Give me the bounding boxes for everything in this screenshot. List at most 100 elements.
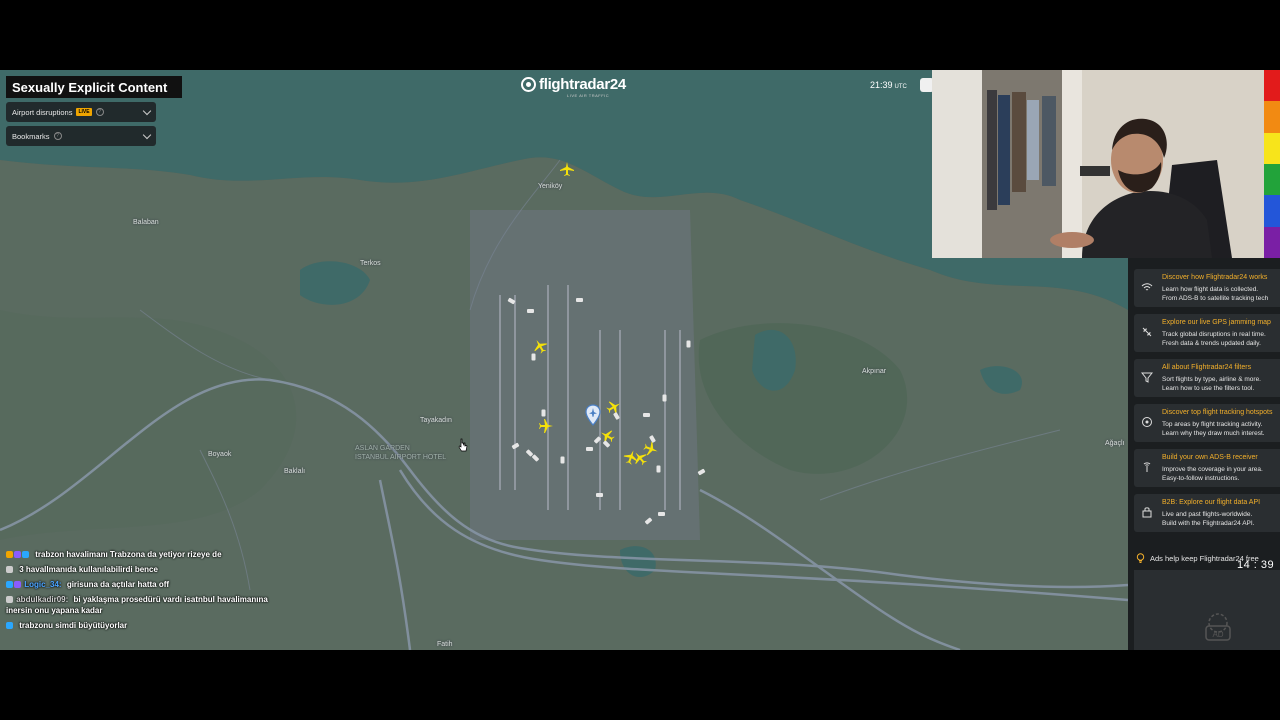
ground-aircraft[interactable] [541, 409, 546, 417]
fr24-sidebar: Discover how Flightradar24 works Learn h… [1128, 258, 1280, 650]
place-label: Baklalı [284, 468, 306, 475]
card-line: From ADS-B to satellite tracking tech [1162, 295, 1269, 302]
chat-text: girisuna da açtılar hatta off [66, 580, 170, 589]
place-label: Fatih [437, 641, 453, 648]
hotspot-icon [1142, 417, 1152, 427]
promo-card[interactable]: Build your own ADS-B receiver Improve th… [1134, 449, 1280, 487]
rainbow-band [1264, 163, 1280, 196]
place-label: Akpınar [862, 368, 887, 375]
mouse-cursor-icon [458, 438, 468, 452]
card-description: Learn how flight data is collected. From … [1162, 285, 1268, 303]
rainbow-band [1264, 195, 1280, 227]
chat-text: trabzon havalimanı Trabzona da yetiyor r… [35, 550, 222, 559]
ground-aircraft[interactable] [560, 456, 565, 464]
receiver-icon [1143, 462, 1151, 472]
chat-message: trabzonu simdi büyütüyorlar [6, 620, 271, 631]
help-icon[interactable]: ? [53, 132, 62, 140]
chat-text: trabzonu simdi büyütüyorlar [19, 621, 128, 630]
logo-subtitle: LIVE AIR TRAFFIC [567, 93, 610, 98]
card-line: Top areas by flight tracking activity. [1162, 421, 1263, 428]
promo-card[interactable]: All about Flightradar24 filters Sort fli… [1134, 359, 1280, 397]
card-line: Live and past flights-worldwide. [1162, 511, 1253, 518]
aircraft-icon[interactable] [538, 418, 554, 434]
rainbow-strip [1264, 70, 1280, 258]
chat-message: abdulkadir09: bi yaklaşma prosedürü vard… [6, 594, 271, 616]
chat-badge-icon [14, 581, 21, 588]
stream-chat: trabzon havalimanı Trabzona da yetiyor r… [6, 549, 271, 635]
help-icon[interactable]: ? [95, 108, 104, 116]
chat-username[interactable]: abdulkadir09: [16, 595, 68, 604]
card-description: Top areas by flight tracking activity. Le… [1162, 420, 1265, 438]
rainbow-band [1264, 101, 1280, 133]
logo-text: flightradar24 [539, 76, 626, 93]
chat-badge-icon [6, 581, 13, 588]
content-warning-banner: Sexually Explicit Content [6, 76, 182, 98]
wifi-icon [1141, 283, 1153, 291]
card-line: Fresh data & trends updated daily. [1162, 340, 1261, 347]
stream-frame: Yeniköy Balaban Terkos Tayakadın Boyaok … [0, 70, 1280, 650]
ground-aircraft[interactable] [656, 465, 661, 473]
panel-label: Bookmarks [12, 131, 50, 141]
live-badge: LIVE [76, 108, 92, 116]
card-line: Track global disruptions in real time. [1162, 331, 1266, 338]
chat-message: 3 havallmanıda kullanılabilirdi bence [6, 564, 271, 575]
chevron-down-icon[interactable] [142, 106, 152, 116]
chat-badge-icon [22, 551, 29, 558]
filter-icon [1141, 372, 1153, 383]
airport-label: ASLAN GARDEN [355, 445, 410, 452]
airport-disruptions-panel[interactable]: Airport disruptions LIVE ? [6, 102, 156, 122]
panel-label: Airport disruptions [12, 107, 73, 117]
radar-icon [521, 77, 536, 92]
chat-badge-icon [6, 566, 13, 573]
ground-aircraft[interactable] [576, 298, 583, 302]
ground-aircraft[interactable] [686, 340, 691, 348]
chat-message: Logic_34: girisuna da açtılar hatta off [6, 579, 271, 590]
card-line: Easy-to-follow instructions. [1162, 475, 1240, 482]
chevron-down-icon[interactable] [142, 130, 152, 140]
chat-username[interactable]: Logic_34: [24, 580, 61, 589]
chat-badge-icon [6, 596, 13, 603]
ground-aircraft[interactable] [527, 309, 534, 313]
aircraft-icon[interactable] [559, 161, 575, 177]
bookmarks-panel[interactable]: Bookmarks ? [6, 126, 156, 146]
rainbow-band [1264, 132, 1280, 164]
promo-card[interactable]: Discover top flight tracking hotspots To… [1134, 404, 1280, 442]
card-description: Improve the coverage in your area. Easy-t… [1162, 465, 1263, 483]
stream-elapsed-time: 14 : 39 [1237, 559, 1275, 571]
ground-aircraft[interactable] [596, 493, 603, 497]
ground-aircraft[interactable] [643, 413, 650, 417]
card-line: Build with the Flightradar24 API. [1162, 520, 1255, 527]
card-title: Build your own ADS-B receiver [1162, 454, 1258, 461]
promo-card[interactable]: Discover how Flightradar24 works Learn h… [1134, 269, 1280, 307]
card-description: Live and past flights-worldwide. Build wi… [1162, 510, 1255, 528]
place-label: Balaban [133, 219, 159, 226]
webcam-feed [932, 70, 1264, 258]
place-label: Terkos [360, 260, 381, 267]
card-description: Sort flights by type, airline & more. Lea… [1162, 375, 1261, 393]
place-label: Yeniköy [538, 183, 563, 190]
place-label: ISTANBUL AIRPORT HOTEL [355, 454, 447, 461]
place-label: Tayakadın [420, 417, 452, 424]
promo-card[interactable]: Explore our live GPS jamming map Track g… [1134, 314, 1280, 352]
ground-aircraft[interactable] [662, 394, 667, 402]
card-title: Explore our live GPS jamming map [1162, 319, 1271, 326]
promo-card[interactable]: B2B: Explore our flight data API Live an… [1134, 494, 1280, 532]
card-line: Learn why they draw much interest. [1162, 430, 1265, 437]
card-description: Track global disruptions in real time. Fr… [1162, 330, 1266, 348]
lightbulb-icon [1136, 553, 1145, 563]
card-line: Learn how flight data is collected. [1162, 286, 1259, 293]
api-icon [1142, 507, 1152, 518]
ad-label: AD [1212, 630, 1223, 639]
webcam-image [932, 70, 1264, 258]
airport-pin-icon[interactable] [585, 404, 601, 426]
ground-aircraft[interactable] [586, 447, 593, 451]
card-line: Improve the coverage in your area. [1162, 466, 1263, 473]
ground-aircraft[interactable] [531, 353, 536, 361]
card-title: Discover top flight tracking hotspots [1162, 409, 1273, 416]
ad-icon: AD [1204, 612, 1232, 642]
gps-jamming-icon [1142, 327, 1152, 337]
ground-aircraft[interactable] [658, 512, 665, 516]
place-label: Boyaok [208, 451, 232, 458]
utc-clock: 21:39 UTC [870, 80, 907, 90]
fr24-logo[interactable]: flightradar24 LIVE AIR TRAFFIC [521, 76, 626, 98]
